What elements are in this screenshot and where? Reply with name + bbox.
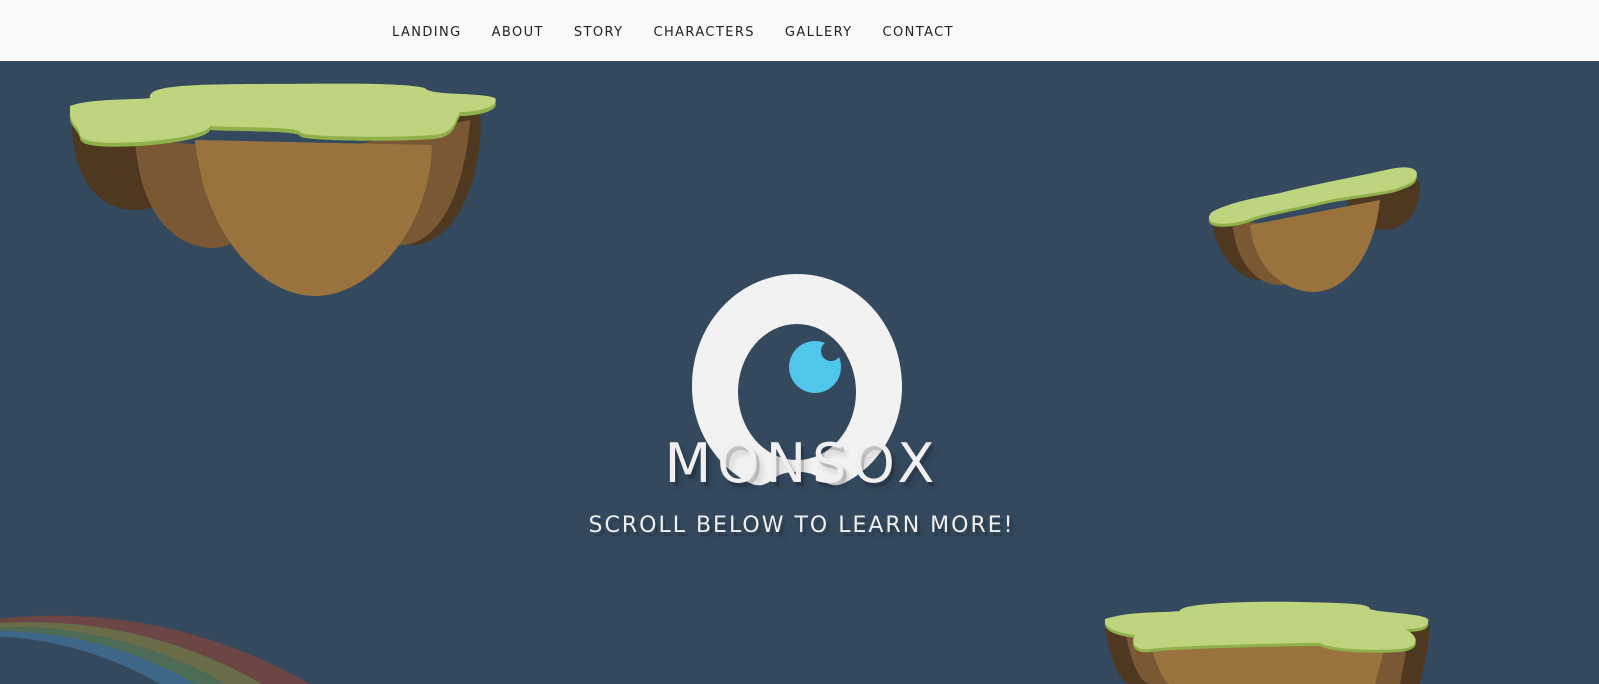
nav-link-about[interactable]: ABOUT — [492, 25, 544, 40]
floating-island-icon — [1104, 601, 1430, 684]
nav-menu: LANDING ABOUT STORY CHARACTERS GALLERY C… — [392, 0, 984, 61]
nav-link-characters[interactable]: CHARACTERS — [653, 25, 754, 40]
hero-section: MONSOX SCROLL BELOW TO LEARN MORE! — [0, 61, 1599, 684]
top-navbar: LANDING ABOUT STORY CHARACTERS GALLERY C… — [0, 0, 1599, 61]
hero-title: MONSOX — [664, 432, 941, 495]
nav-link-gallery[interactable]: GALLERY — [785, 25, 853, 40]
nav-link-contact[interactable]: CONTACT — [883, 25, 954, 40]
floating-island-icon — [70, 83, 496, 296]
floating-island-icon — [1208, 167, 1421, 292]
nav-link-landing[interactable]: LANDING — [392, 25, 462, 40]
nav-link-story[interactable]: STORY — [574, 25, 624, 40]
hero-subtitle: SCROLL BELOW TO LEARN MORE! — [588, 513, 1015, 538]
rainbow-icon — [0, 615, 310, 684]
